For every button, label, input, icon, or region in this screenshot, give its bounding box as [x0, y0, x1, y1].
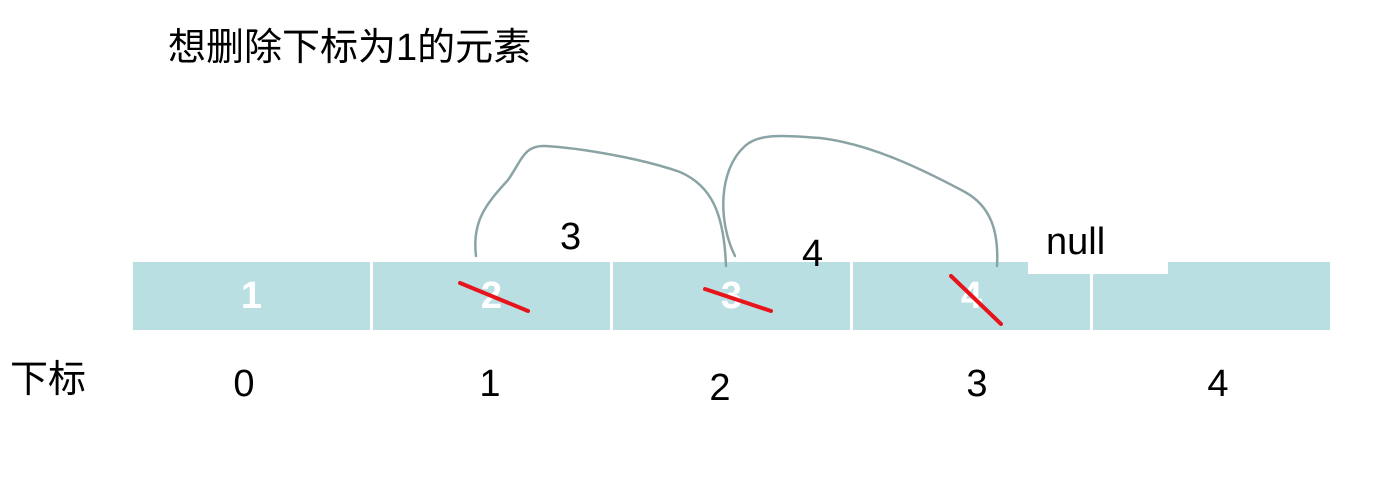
cell-value: 2 — [480, 274, 503, 317]
cell-value: 1 — [240, 274, 263, 317]
index-1: 1 — [479, 363, 501, 405]
array-cell-0: 1 — [133, 262, 370, 330]
index-3: 3 — [966, 363, 988, 405]
shifted-value-4: 4 — [802, 233, 824, 275]
cell-value: 4 — [960, 274, 983, 317]
cell-value: 3 — [720, 274, 743, 317]
index-0: 0 — [233, 363, 255, 405]
shift-arc-2-to-1 — [474, 144, 728, 268]
array-cell-1: 2 — [373, 262, 610, 330]
index-row-label: 下标 — [10, 359, 87, 401]
diagram-title: 想删除下标为1的元素 — [168, 27, 532, 69]
index-2: 2 — [709, 367, 731, 409]
shifted-value-null: null — [1028, 220, 1168, 274]
index-4: 4 — [1207, 363, 1229, 405]
shifted-value-3: 3 — [560, 216, 582, 258]
shift-arc-3-to-2 — [722, 134, 999, 268]
